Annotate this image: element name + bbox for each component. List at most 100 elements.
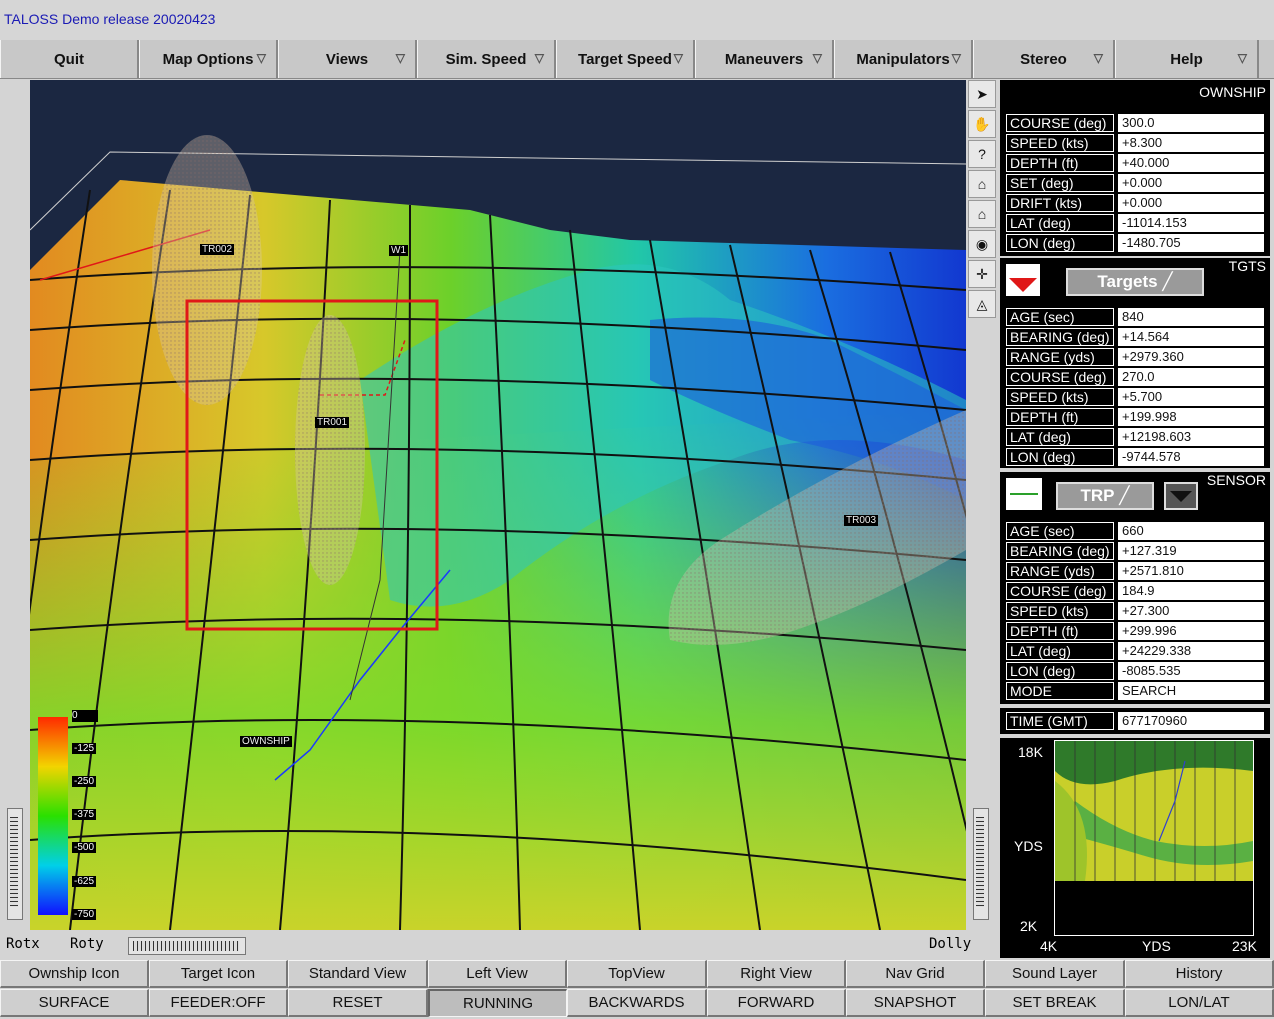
- surface-button[interactable]: SURFACE: [0, 989, 149, 1017]
- pointer-icon[interactable]: ➤: [968, 80, 996, 108]
- legend-value: -500: [72, 842, 97, 853]
- snapshot-button[interactable]: SNAPSHOT: [846, 989, 985, 1017]
- ownship-drift-field[interactable]: +0.000: [1118, 194, 1264, 212]
- sensor-speed-field[interactable]: +27.300: [1118, 602, 1264, 620]
- sensor-lat-field[interactable]: +24229.338: [1118, 642, 1264, 660]
- minimap-x-label: YDS: [1142, 938, 1171, 954]
- tr001-label[interactable]: TR001: [315, 417, 350, 428]
- minimap[interactable]: [1054, 740, 1254, 936]
- sensor-range-field[interactable]: +2571.810: [1118, 562, 1264, 580]
- target-age-field[interactable]: 840: [1118, 308, 1264, 326]
- roty-slider[interactable]: [128, 937, 246, 955]
- dolly-slider[interactable]: [973, 808, 989, 920]
- target-depth-field[interactable]: +199.998: [1118, 408, 1264, 426]
- target-range-field[interactable]: +2979.360: [1118, 348, 1264, 366]
- legend-value: -750: [72, 909, 97, 920]
- target-bearing-field[interactable]: +14.564: [1118, 328, 1264, 346]
- menu-label: Target Speed: [578, 50, 672, 68]
- ownship-icon-button[interactable]: Ownship Icon: [0, 960, 149, 988]
- bottom-toolbar-row-2: SURFACE FEEDER:OFF RESET RUNNING BACKWAR…: [0, 989, 1274, 1019]
- nav-grid-button[interactable]: Nav Grid: [846, 960, 985, 988]
- feeder-toggle-button[interactable]: FEEDER:OFF: [149, 989, 288, 1017]
- right-view-button[interactable]: Right View: [707, 960, 846, 988]
- sensor-selector[interactable]: TRP ╱: [1056, 482, 1154, 510]
- home-set-icon[interactable]: ⌂: [968, 200, 996, 228]
- left-view-button[interactable]: Left View: [428, 960, 567, 988]
- legend-value: -375: [72, 809, 97, 820]
- backwards-button[interactable]: BACKWARDS: [567, 989, 707, 1017]
- tr001-volume[interactable]: [295, 315, 365, 585]
- legend-value: -250: [72, 776, 97, 787]
- top-view-button[interactable]: TopView: [567, 960, 707, 988]
- dropdown-arrow-icon: ▽: [256, 51, 266, 65]
- target-icon-button[interactable]: Target Icon: [149, 960, 288, 988]
- sensor-speed-row: SPEED (kts) +27.300: [1006, 602, 1264, 620]
- lon-lat-button[interactable]: LON/LAT: [1125, 989, 1274, 1017]
- tr002-volume[interactable]: [152, 135, 262, 405]
- menu-stereo[interactable]: Stereo ▽: [973, 40, 1115, 78]
- question-icon[interactable]: ?: [968, 140, 996, 168]
- set-break-button[interactable]: SET BREAK: [985, 989, 1125, 1017]
- roty-label: Roty: [70, 936, 104, 952]
- legend-value: -625: [72, 876, 97, 887]
- crosshair-icon[interactable]: ✛: [968, 260, 996, 288]
- target-lon-field[interactable]: -9744.578: [1118, 448, 1264, 466]
- sensor-depth-field[interactable]: +299.996: [1118, 622, 1264, 640]
- ownship-set-field[interactable]: +0.000: [1118, 174, 1264, 192]
- tr003-label[interactable]: TR003: [844, 515, 879, 526]
- field-label: LON (deg): [1006, 662, 1114, 680]
- rotx-slider[interactable]: [7, 808, 23, 920]
- 3d-terrain-viewport[interactable]: TR002 TR001 TR003 W1 OWNSHIP 0 -125 -250…: [30, 80, 966, 930]
- perspective-icon[interactable]: ◬: [968, 290, 996, 318]
- field-label: SPEED (kts): [1006, 134, 1114, 152]
- forward-button[interactable]: FORWARD: [707, 989, 846, 1017]
- tool-column: ➤ ✋ ? ⌂ ⌂ ◉ ✛ ◬: [968, 80, 996, 318]
- hand-icon[interactable]: ✋: [968, 110, 996, 138]
- ownship-lat-field[interactable]: -11014.153: [1118, 214, 1264, 232]
- tr002-label[interactable]: TR002: [200, 244, 235, 255]
- sensor-course-field[interactable]: 184.9: [1118, 582, 1264, 600]
- sensor-mode-field[interactable]: SEARCH: [1118, 682, 1264, 700]
- target-course-field[interactable]: 270.0: [1118, 368, 1264, 386]
- sensor-color-swatch[interactable]: [1006, 478, 1042, 510]
- reset-button[interactable]: RESET: [288, 989, 428, 1017]
- target-lat-field[interactable]: +12198.603: [1118, 428, 1264, 446]
- sensor-age-field[interactable]: 660: [1118, 522, 1264, 540]
- menu-help[interactable]: Help ▽: [1115, 40, 1259, 78]
- sound-layer-button[interactable]: Sound Layer: [985, 960, 1125, 988]
- menu-manipulators[interactable]: Manipulators ▽: [834, 40, 973, 78]
- menu-views[interactable]: Views ▽: [278, 40, 417, 78]
- ownship-lon-field[interactable]: -1480.705: [1118, 234, 1264, 252]
- green-line-icon: [1010, 493, 1038, 495]
- eye-icon[interactable]: ◉: [968, 230, 996, 258]
- sensor-bearing-field[interactable]: +127.319: [1118, 542, 1264, 560]
- menu-sim-speed[interactable]: Sim. Speed ▽: [417, 40, 556, 78]
- waypoint-w1-label[interactable]: W1: [389, 245, 408, 256]
- sensor-dropdown-button[interactable]: [1164, 482, 1198, 510]
- minimap-panel: 18K YDS 2K 4K YDS 23K: [1000, 738, 1270, 958]
- target-color-swatch[interactable]: [1006, 264, 1040, 296]
- sensor-lon-field[interactable]: -8085.535: [1118, 662, 1264, 680]
- field-label: RANGE (yds): [1006, 562, 1114, 580]
- menu-maneuvers[interactable]: Maneuvers ▽: [695, 40, 834, 78]
- dropdown-arrow-icon: ▽: [1093, 51, 1103, 65]
- target-speed-field[interactable]: +5.700: [1118, 388, 1264, 406]
- history-button[interactable]: History: [1125, 960, 1274, 988]
- standard-view-button[interactable]: Standard View: [288, 960, 428, 988]
- time-row: TIME (GMT) 677170960: [1006, 712, 1264, 730]
- ownship-label[interactable]: OWNSHIP: [240, 736, 292, 747]
- menu-target-speed[interactable]: Target Speed ▽: [556, 40, 695, 78]
- ownship-course-field[interactable]: 300.0: [1118, 114, 1264, 132]
- targets-selector[interactable]: Targets ╱: [1066, 268, 1204, 296]
- field-label: MODE: [1006, 682, 1114, 700]
- slider-ticks: [133, 941, 239, 951]
- menu-quit[interactable]: Quit: [0, 40, 139, 78]
- menu-map-options[interactable]: Map Options ▽: [139, 40, 278, 78]
- ownship-depth-field[interactable]: +40.000: [1118, 154, 1264, 172]
- time-field[interactable]: 677170960: [1118, 712, 1264, 730]
- ownship-speed-field[interactable]: +8.300: [1118, 134, 1264, 152]
- home-icon[interactable]: ⌂: [968, 170, 996, 198]
- dropdown-arrow-icon: ▽: [534, 51, 544, 65]
- targets-header: TGTS: [1228, 258, 1266, 274]
- running-button[interactable]: RUNNING: [428, 989, 567, 1017]
